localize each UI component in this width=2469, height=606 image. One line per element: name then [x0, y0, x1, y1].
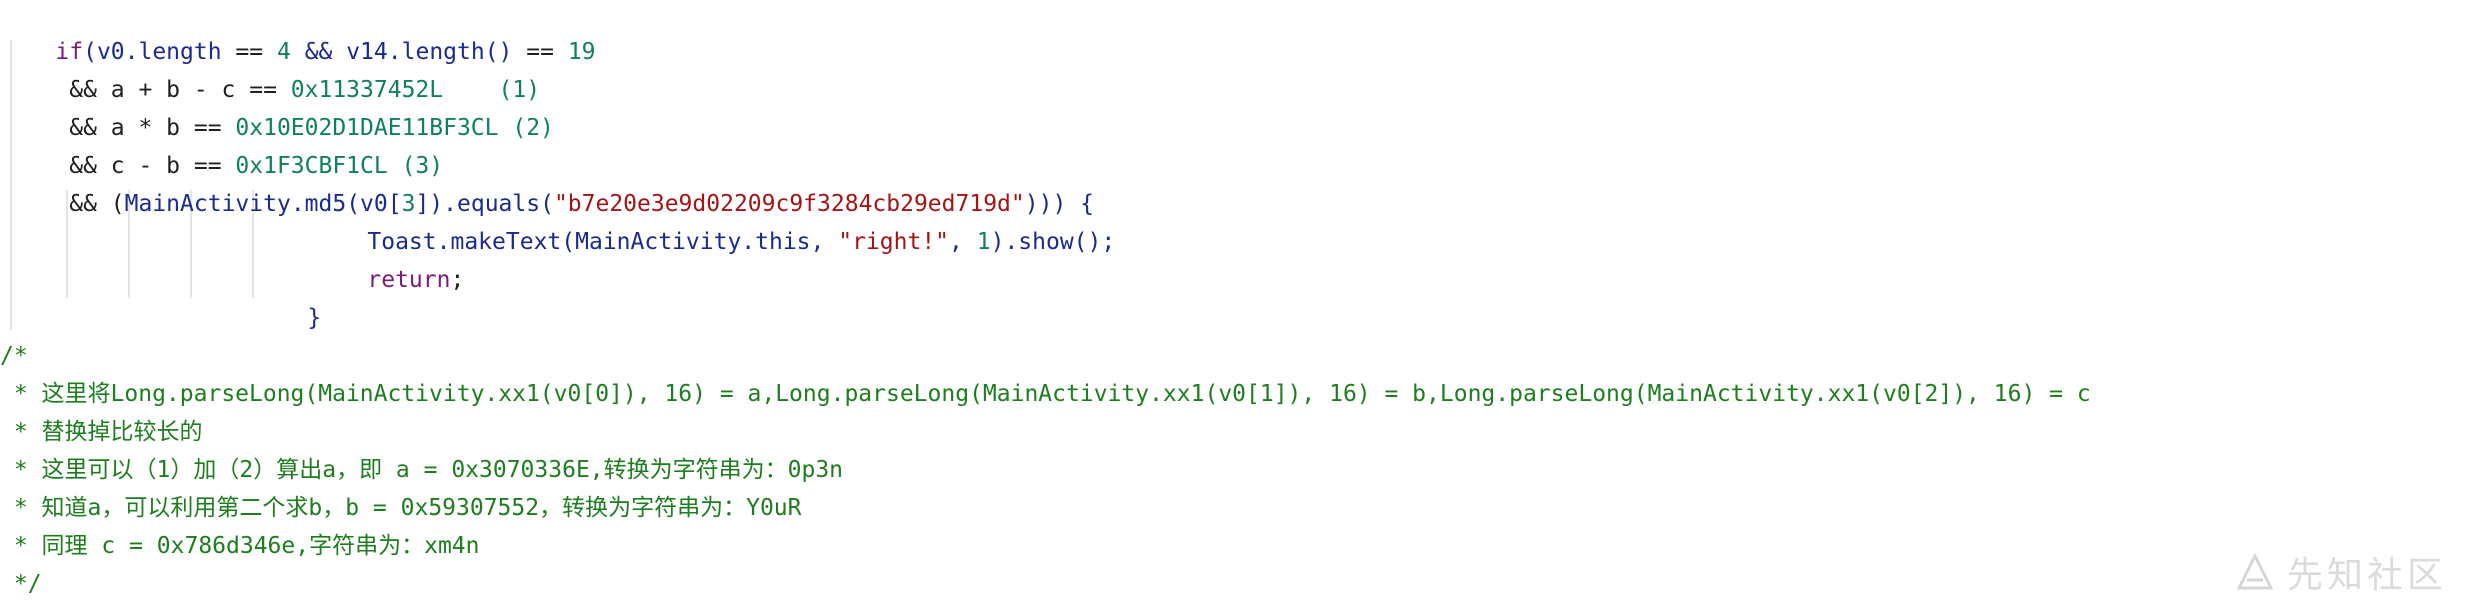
code-editor[interactable]: if(v0.length == 4 && v14.length() == 19 …	[0, 0, 2469, 606]
comment-open[interactable]: /*	[0, 337, 28, 375]
code-token: ).show();	[990, 229, 1116, 255]
xianzhi-logo-icon	[2236, 552, 2274, 590]
comment-line-4[interactable]: * 知道a，可以利用第二个求b，b = 0x59307552，转换为字符串为：Y…	[0, 489, 802, 527]
code-line-8[interactable]: }	[252, 261, 321, 331]
closing-brace: }	[307, 305, 322, 331]
code-line-2[interactable]: && a + b - c == 0x11337452L (1)	[0, 33, 540, 103]
comment-line-5[interactable]: * 同理 c = 0x786d346e,字符串为：xm4n	[0, 527, 480, 565]
watermark: 先知社区	[2233, 548, 2447, 596]
code-token: && (	[55, 191, 125, 217]
code-line-5[interactable]: && (MainActivity.md5(v0[3]).equals("b7e2…	[0, 147, 1094, 217]
string-literal: "right!"	[838, 229, 950, 255]
keyword: return	[367, 267, 451, 293]
code-token: ,	[949, 229, 977, 255]
number-literal: 1	[976, 229, 991, 255]
comment-close[interactable]: */	[0, 565, 42, 603]
watermark-text: 先知社区	[2286, 555, 2447, 596]
code-line-1[interactable]: if(v0.length == 4 && v14.length() == 19	[0, 0, 595, 65]
comment-line-3[interactable]: * 这里可以（1）加（2）算出a，即 a = 0x3070336E,转换为字符串…	[0, 451, 843, 489]
code-token: .this,	[741, 229, 839, 255]
comment-line-2[interactable]: * 替换掉比较长的	[0, 413, 203, 451]
code-line-3[interactable]: && a * b == 0x10E02D1DAE11BF3CL (2)	[0, 71, 554, 141]
code-token: ;	[450, 267, 465, 293]
comment-line-1[interactable]: * 这里将Long.parseLong(MainActivity.xx1(v0[…	[0, 375, 2091, 413]
number-literal: 19	[567, 39, 596, 65]
code-line-4[interactable]: && c - b == 0x1F3CBF1CL (3)	[0, 109, 443, 179]
code-line-7[interactable]: return;	[312, 223, 464, 293]
class-name: MainActivity	[124, 191, 291, 217]
class-name: MainActivity	[575, 229, 742, 255]
code-line-6[interactable]: Toast.makeText(MainActivity.this, "right…	[312, 185, 1115, 255]
equation-label: (2)	[498, 115, 554, 141]
